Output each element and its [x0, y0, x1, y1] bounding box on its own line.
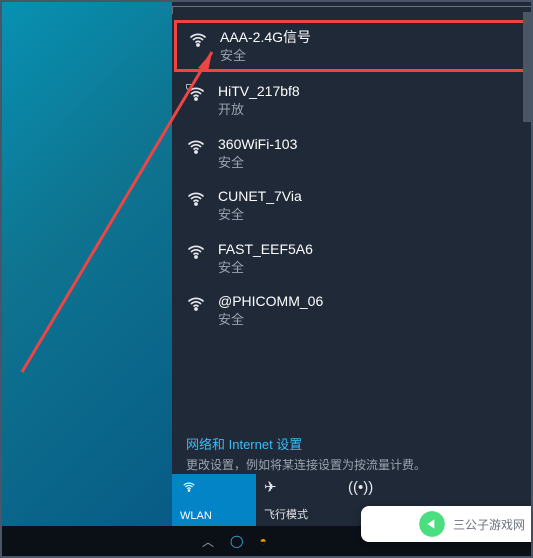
network-status: 安全: [218, 206, 302, 224]
tile-label: WLAN: [180, 510, 212, 522]
wifi-icon: [186, 189, 206, 209]
network-item-phicomm[interactable]: @PHICOMM_06 安全: [172, 284, 531, 336]
tile-airplane-mode[interactable]: ✈ 飞行模式: [256, 474, 340, 526]
desktop-background: [2, 2, 172, 556]
hotspot-icon: ((•)): [348, 480, 373, 495]
tile-wlan[interactable]: WLAN: [172, 474, 256, 526]
network-name: FAST_EEF5A6: [218, 240, 313, 259]
network-settings-desc: 更改设置，例如将某连接设置为按流量计费。: [186, 457, 517, 474]
network-item-fast[interactable]: FAST_EEF5A6 安全: [172, 232, 531, 284]
wifi-icon: [186, 137, 206, 157]
tile-label: 飞行模式: [264, 506, 308, 522]
watermark: 三公子游戏网: [361, 506, 531, 542]
tray-security-icon[interactable]: ◓: [259, 534, 266, 548]
watermark-text: 三公子游戏网: [453, 516, 525, 533]
wifi-shield-icon: [186, 84, 206, 104]
wifi-icon: [186, 294, 206, 314]
network-name: @PHICOMM_06: [218, 292, 323, 311]
network-status: 安全: [218, 259, 313, 277]
network-name: CUNET_7Via: [218, 187, 302, 206]
network-name: HiTV_217bf8: [218, 82, 300, 101]
tray-people-icon[interactable]: ◯: [230, 534, 243, 548]
network-status: 安全: [218, 311, 323, 329]
network-name: AAA-2.4G信号: [220, 28, 311, 47]
network-settings-link[interactable]: 网络和 Internet 设置: [186, 436, 517, 454]
network-item-cunet[interactable]: CUNET_7Via 安全: [172, 179, 531, 231]
wifi-icon: [180, 480, 198, 497]
network-status: 开放: [218, 101, 300, 119]
scrollbar[interactable]: [523, 12, 531, 122]
network-list: AAA-2.4G信号 安全 HiTV_217bf8 开放: [172, 14, 531, 341]
network-flyout: AAA-2.4G信号 安全 HiTV_217bf8 开放: [172, 2, 531, 526]
wifi-icon: [186, 242, 206, 262]
network-item-aaa[interactable]: AAA-2.4G信号 安全: [174, 20, 529, 72]
network-status: 安全: [220, 47, 311, 65]
network-status: 安全: [218, 154, 297, 172]
settings-area: 网络和 Internet 设置 更改设置，例如将某连接设置为按流量计费。: [186, 436, 517, 474]
watermark-logo-icon: [417, 509, 447, 539]
flyout-divider: [172, 6, 531, 14]
airplane-icon: ✈: [264, 480, 277, 495]
tray-chevron-icon[interactable]: ︿: [202, 533, 214, 550]
wifi-icon: [188, 30, 208, 50]
network-name: 360WiFi-103: [218, 135, 297, 154]
network-item-360[interactable]: 360WiFi-103 安全: [172, 127, 531, 179]
network-item-hitv[interactable]: HiTV_217bf8 开放: [172, 74, 531, 126]
